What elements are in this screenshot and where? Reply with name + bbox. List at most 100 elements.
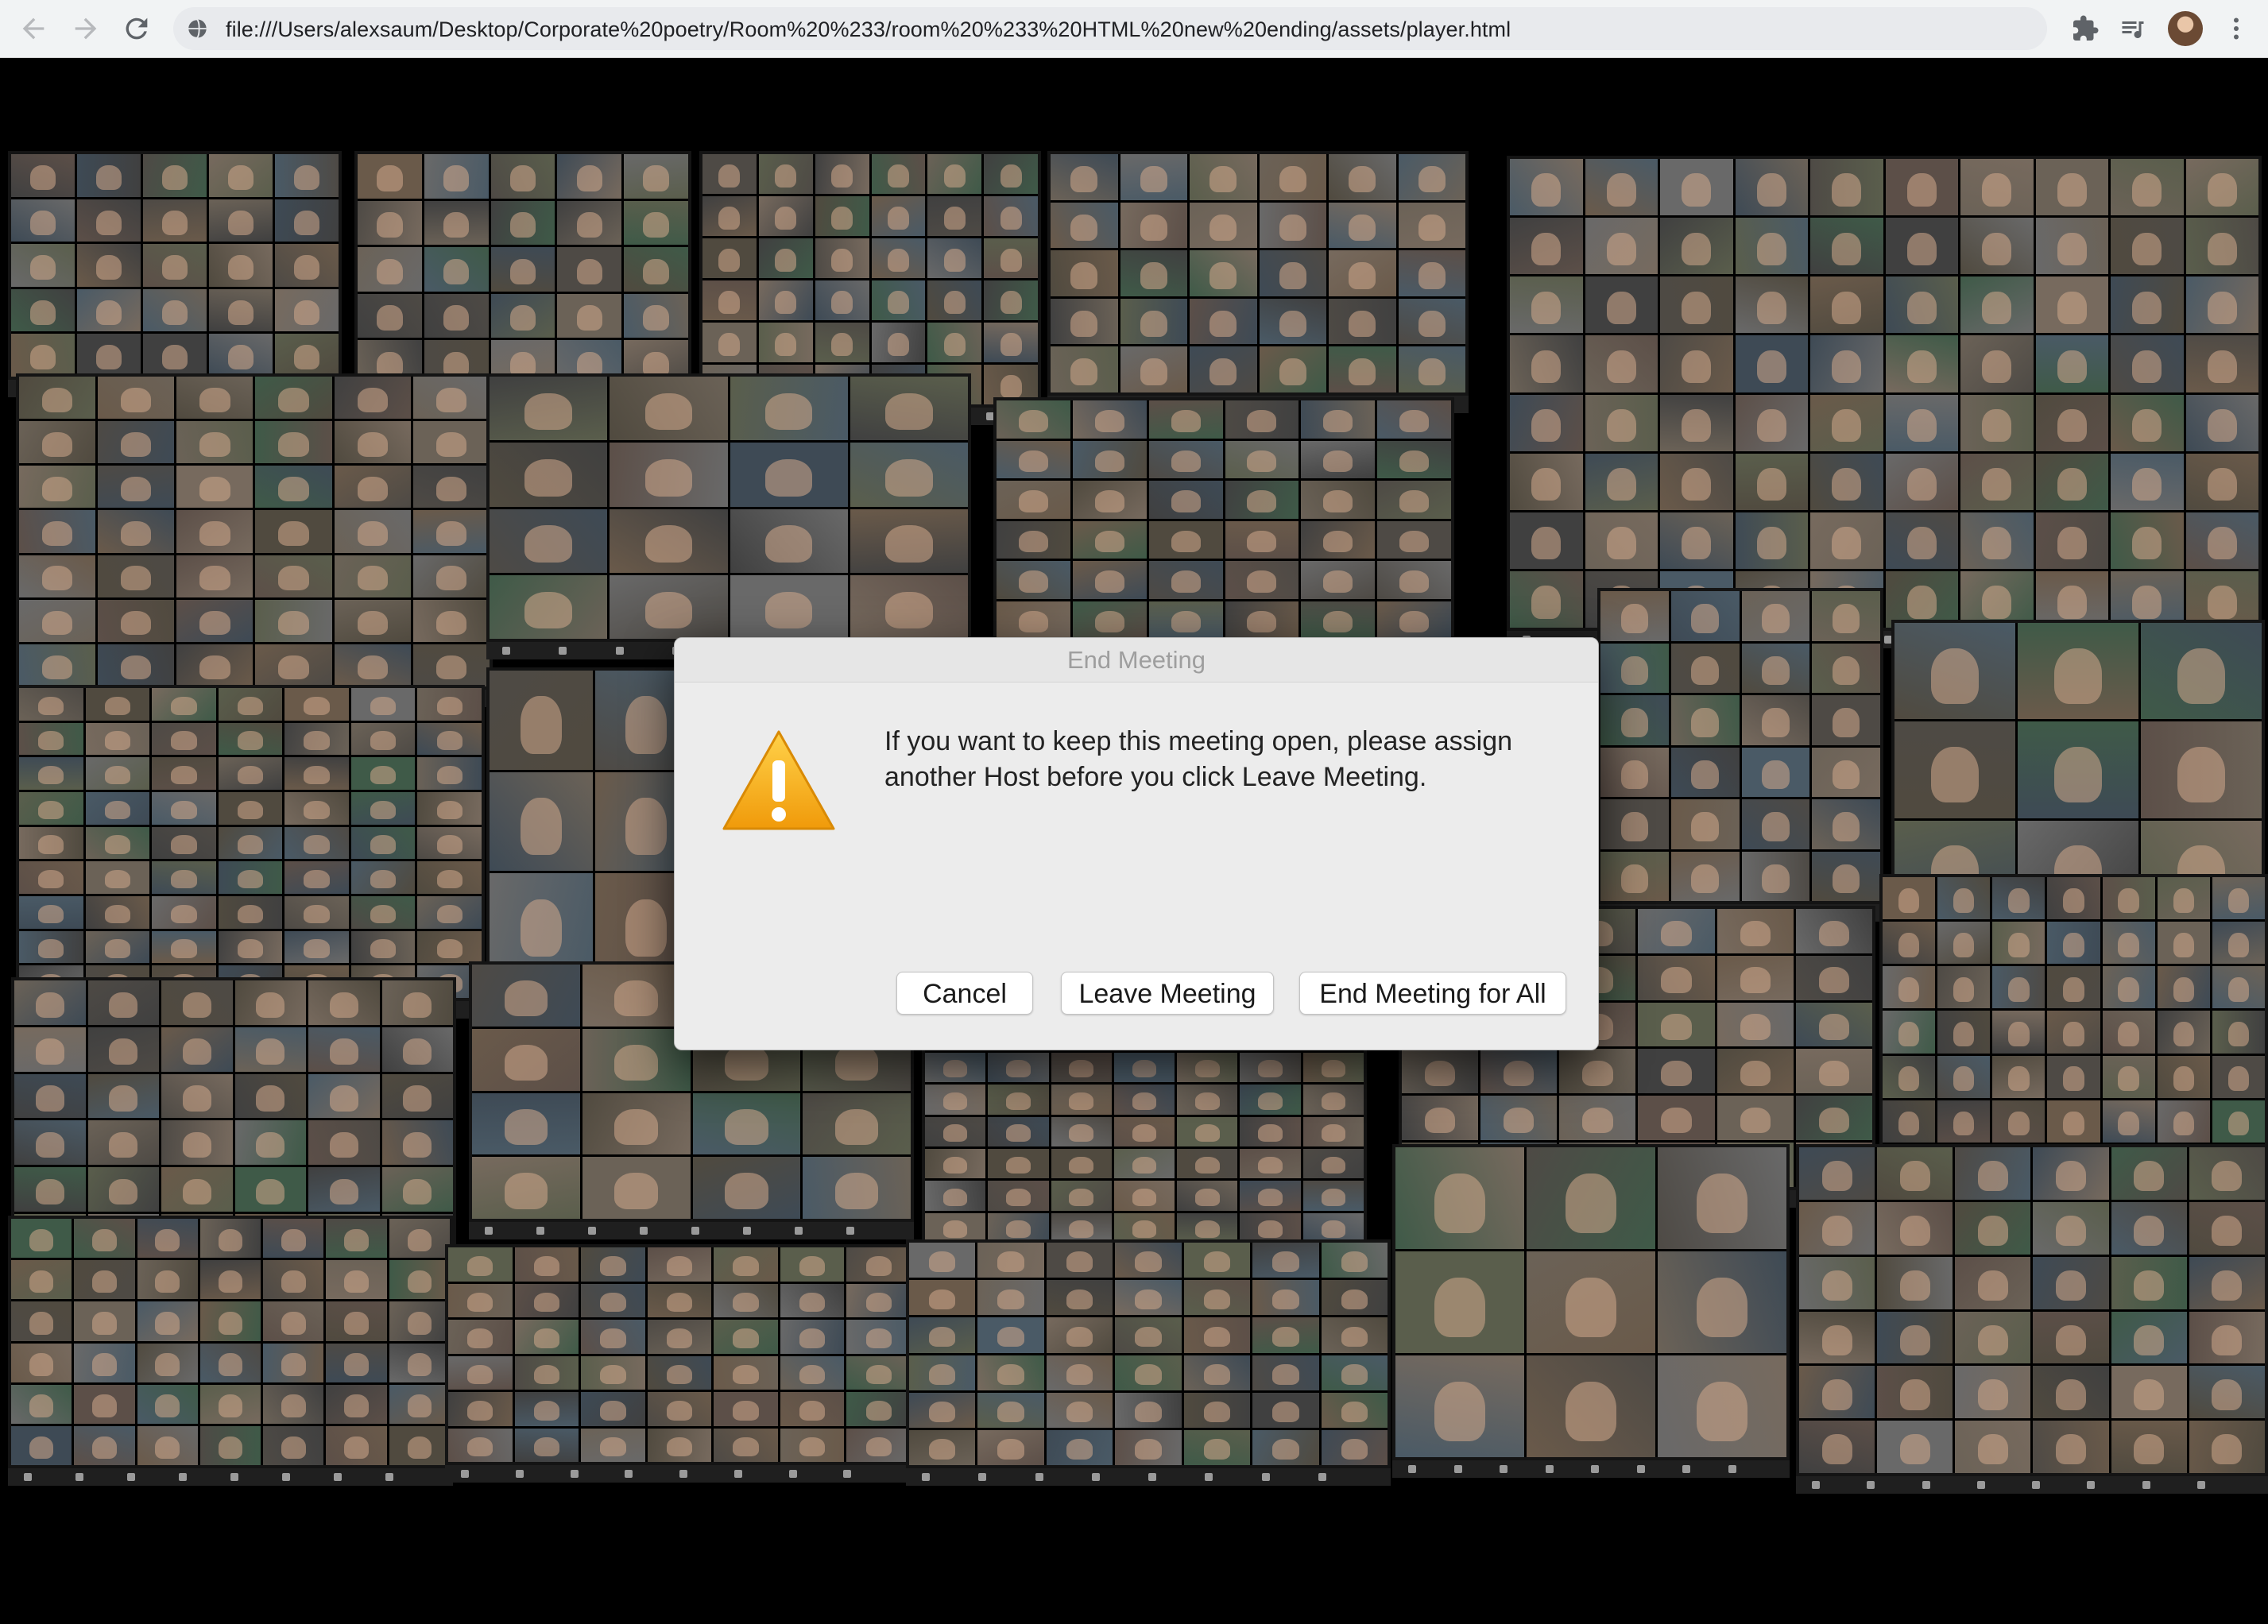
puzzle-piece-icon[interactable] <box>2071 14 2100 43</box>
participant-video-tile <box>977 1429 1044 1465</box>
participant-video-tile <box>275 154 339 197</box>
participant-video-tile <box>74 1260 135 1300</box>
participant-video-tile <box>1301 520 1376 559</box>
media-control-icon[interactable] <box>2119 14 2147 43</box>
participant-video-tile <box>77 154 141 197</box>
participant-video-tile <box>1510 512 1583 569</box>
participant-video-tile <box>1302 1148 1364 1179</box>
participant-video-tile <box>1115 1280 1182 1316</box>
participant-video-tile <box>1240 1148 1301 1179</box>
participant-video-tile <box>1302 1181 1364 1211</box>
participant-video-tile <box>647 1320 712 1354</box>
participant-video-tile <box>74 1301 135 1341</box>
participant-video-tile <box>218 896 283 929</box>
participant-video-tile <box>143 334 207 377</box>
participant-video-tile <box>326 1384 387 1424</box>
participant-video-tile <box>2185 512 2258 569</box>
participant-video-tile <box>1559 1049 1636 1094</box>
participant-video-tile <box>927 280 982 320</box>
warning-triangle-icon <box>722 730 835 830</box>
participant-video-tile <box>1395 1355 1524 1457</box>
participant-video-tile <box>1937 1011 1991 1054</box>
participant-video-tile <box>1510 570 1583 628</box>
participant-video-tile <box>2185 159 2258 216</box>
leave-meeting-button[interactable]: Leave Meeting <box>1061 972 1274 1015</box>
zoom-gallery-screenshot <box>1597 588 1883 922</box>
participant-video-tile <box>647 1355 712 1390</box>
participant-video-tile <box>1585 159 1658 216</box>
participant-video-tile <box>490 508 608 573</box>
url-text[interactable]: file:///Users/alexsaum/Desktop/Corporate… <box>226 17 1511 42</box>
participant-video-tile <box>2111 218 2184 275</box>
participant-video-tile <box>85 688 150 721</box>
participant-video-tile <box>1883 966 1936 1009</box>
participant-video-tile <box>1113 1212 1175 1243</box>
participant-video-tile <box>2157 922 2210 965</box>
kebab-menu-icon[interactable] <box>2222 14 2251 43</box>
participant-video-tile <box>350 688 416 721</box>
participant-video-tile <box>2157 1055 2210 1098</box>
reload-icon[interactable] <box>121 13 153 44</box>
participant-video-tile <box>1735 218 1808 275</box>
participant-video-tile <box>2047 1011 2100 1054</box>
participant-video-tile <box>143 154 207 197</box>
participant-video-tile <box>1402 1049 1479 1094</box>
forward-arrow-icon[interactable] <box>70 13 102 44</box>
participant-video-tile <box>2157 1100 2210 1143</box>
participant-video-tile <box>2212 922 2265 965</box>
end-meeting-for-all-button[interactable]: End Meeting for All <box>1299 972 1566 1015</box>
participant-video-tile <box>87 1120 159 1166</box>
participant-video-tile <box>490 247 555 292</box>
toolbar-icon <box>75 1473 83 1481</box>
participant-video-tile <box>326 1343 387 1382</box>
participant-video-tile <box>284 861 349 894</box>
zoom-gallery-screenshot <box>486 373 971 659</box>
participant-video-tile <box>417 930 482 964</box>
toolbar-icon <box>1922 1481 1930 1489</box>
participant-video-tile <box>1051 154 1118 200</box>
participant-video-tile <box>1259 202 1326 249</box>
participant-video-tile <box>334 644 411 686</box>
participant-video-tile <box>1799 1311 1875 1364</box>
participant-video-tile <box>417 826 482 860</box>
participant-video-tile <box>1716 1096 1794 1141</box>
participant-video-tile <box>692 1157 801 1219</box>
participant-video-tile <box>1992 966 2045 1009</box>
participant-video-tile <box>1225 561 1299 599</box>
participant-video-tile <box>490 771 593 872</box>
participant-video-tile <box>1735 159 1808 216</box>
participant-video-tile <box>692 1092 801 1155</box>
back-arrow-icon[interactable] <box>17 13 49 44</box>
participant-video-tile <box>1883 1011 1936 1054</box>
participant-video-tile <box>218 861 283 894</box>
participant-video-tile <box>98 466 175 508</box>
participant-video-tile <box>1225 481 1299 519</box>
participant-video-tile <box>199 1343 261 1382</box>
participant-video-tile <box>1600 695 1669 745</box>
participant-video-tile <box>85 722 150 756</box>
participant-video-tile <box>1480 1049 1558 1094</box>
participant-video-tile <box>1329 346 1396 392</box>
participant-video-tile <box>1329 202 1396 249</box>
participant-video-tile <box>1600 747 1669 797</box>
profile-avatar[interactable] <box>2168 11 2203 46</box>
participant-video-tile <box>1716 955 1794 1000</box>
participant-video-tile <box>1051 1085 1112 1115</box>
participant-video-tile <box>846 1428 911 1462</box>
participant-video-tile <box>997 520 1070 559</box>
video-tile-grid <box>19 377 490 686</box>
participant-video-tile <box>1810 276 1883 334</box>
participant-video-tile <box>98 510 175 553</box>
participant-video-tile <box>1190 250 1257 296</box>
address-bar[interactable]: file:///Users/alexsaum/Desktop/Corporate… <box>173 7 2047 50</box>
participant-video-tile <box>927 196 982 236</box>
cancel-button[interactable]: Cancel <box>896 972 1033 1015</box>
participant-video-tile <box>98 555 175 597</box>
toolbar-icon <box>640 1227 648 1235</box>
participant-video-tile <box>1955 1201 2031 1255</box>
participant-video-tile <box>1955 1256 2031 1309</box>
participant-video-tile <box>255 510 332 553</box>
participant-video-tile <box>137 1219 198 1259</box>
participant-video-tile <box>19 599 96 642</box>
participant-video-tile <box>850 508 968 573</box>
